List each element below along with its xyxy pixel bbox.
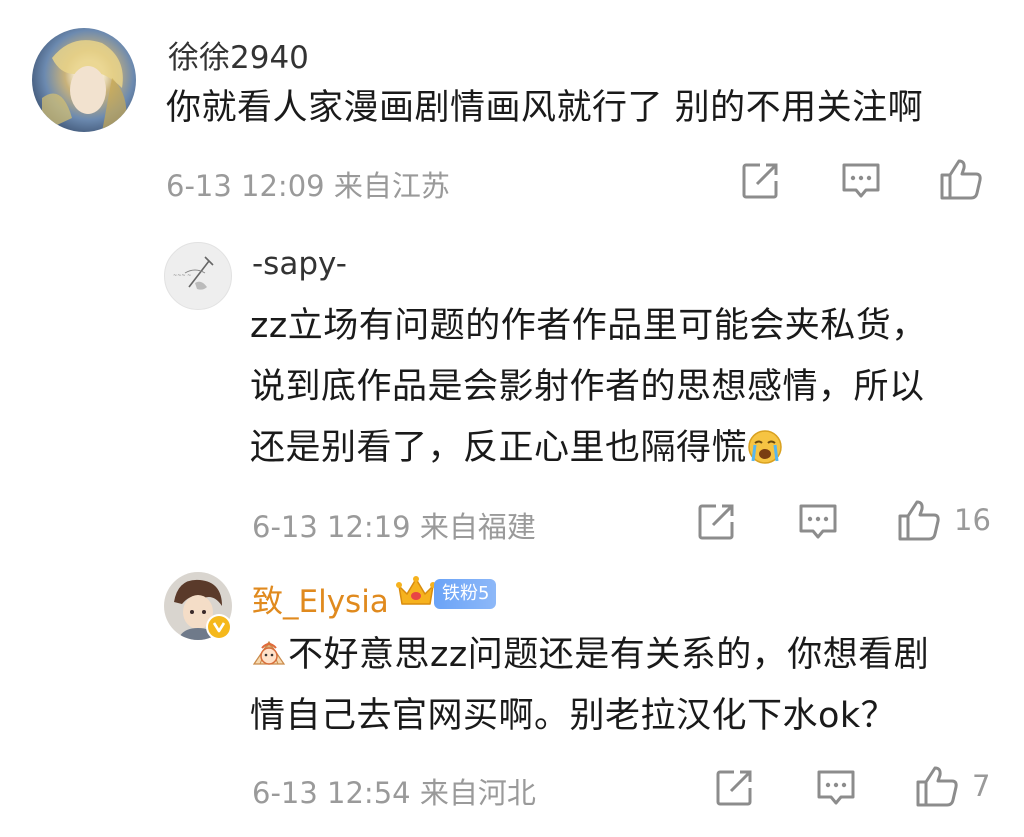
- crown-icon: [396, 576, 436, 605]
- comment-username[interactable]: 徐徐2940: [168, 32, 309, 77]
- comment-icon: [799, 504, 837, 539]
- comment-username[interactable]: 致_Elysia: [252, 576, 389, 621]
- comment-text-line: 情自己去官网买啊。别老拉汉化下水ok？: [250, 696, 897, 736]
- comment-text-fragment: 还是别看了，反正心里也隔得慌: [250, 428, 748, 468]
- share-button[interactable]: [714, 768, 754, 808]
- comment-text-line: 说到底作品是会影射作者的思想感情，所以: [250, 367, 925, 407]
- like-button[interactable]: [938, 157, 996, 201]
- verified-badge: [206, 614, 232, 640]
- avatar[interactable]: ~~~ ~: [164, 242, 232, 310]
- comment-text: 你就看人家漫画剧情画风就行了 别的不用关注啊: [166, 88, 924, 128]
- share-icon: [698, 504, 734, 540]
- like-button[interactable]: 7: [914, 764, 990, 808]
- verified-icon: [208, 616, 230, 638]
- comment-meta: 6-13 12:09 来自江苏: [166, 169, 450, 203]
- comment-meta: 6-13 12:54 来自河北: [252, 776, 536, 810]
- crying-emoji-icon: [748, 430, 782, 464]
- thumbs-up-icon: [940, 159, 982, 200]
- fan-emoji-icon: [252, 640, 286, 665]
- comment-text-fragment: 不好意思zz问题还是有关系的，你想看剧: [288, 635, 930, 675]
- thumbs-up-icon: [916, 766, 958, 807]
- svg-text:~~~ ~: ~~~ ~: [173, 273, 191, 279]
- comment-text: zz立场有问题的作者作品里可能会夹私货， 说到底作品是会影射作者的思想感情，所以…: [250, 296, 927, 479]
- avatar[interactable]: [32, 28, 136, 132]
- comment-text-line: 还是别看了，反正心里也隔得慌: [250, 418, 927, 479]
- comment-meta: 6-13 12:19 来自福建: [252, 510, 536, 544]
- like-count: 16: [954, 503, 991, 537]
- share-icon: [716, 770, 752, 806]
- reply-button[interactable]: [815, 768, 857, 808]
- comment-text-line: 不好意思zz问题还是有关系的，你想看剧: [250, 625, 929, 686]
- comment-username[interactable]: -sapy-: [252, 246, 347, 282]
- reply-button[interactable]: [797, 502, 839, 542]
- fan-level-badge: 铁粉5: [434, 579, 497, 609]
- share-button[interactable]: [696, 502, 736, 542]
- share-button[interactable]: [740, 161, 780, 201]
- like-button[interactable]: 16: [896, 498, 991, 542]
- comment-text: 不好意思zz问题还是有关系的，你想看剧 情自己去官网买啊。别老拉汉化下水ok？: [250, 625, 929, 747]
- like-count: 7: [972, 769, 991, 803]
- comment-text-line: zz立场有问题的作者作品里可能会夹私货，: [250, 306, 927, 346]
- share-icon: [742, 163, 778, 199]
- comment-icon: [817, 770, 855, 805]
- thumbs-up-icon: [898, 500, 940, 541]
- reply-button[interactable]: [840, 161, 882, 201]
- comment-icon: [842, 163, 880, 198]
